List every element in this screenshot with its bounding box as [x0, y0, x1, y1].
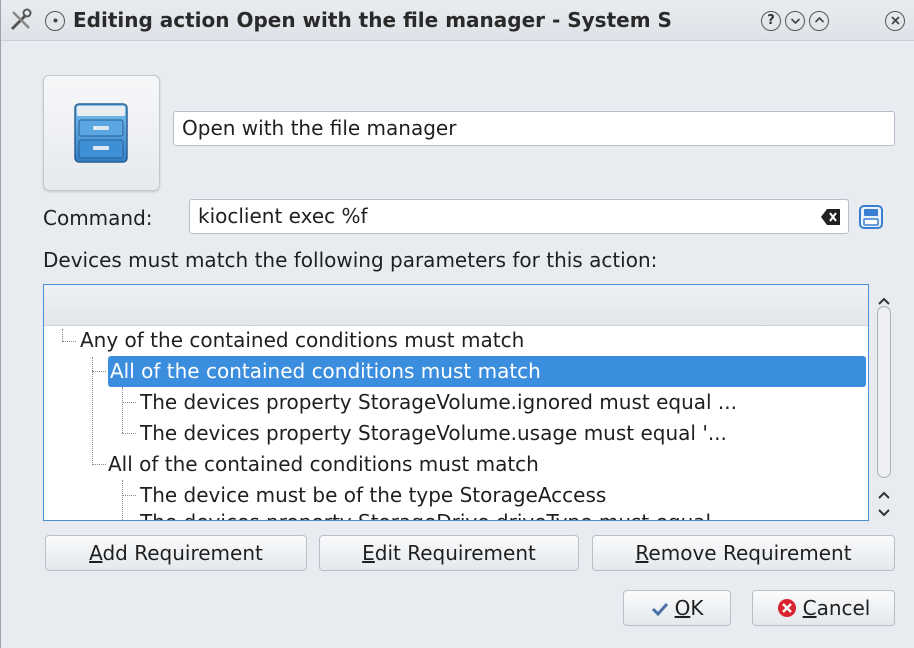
- tree-scrollbar[interactable]: [873, 284, 895, 521]
- help-icon[interactable]: ?: [761, 11, 781, 31]
- tree-connector: [62, 341, 76, 342]
- minimize-icon[interactable]: [785, 11, 805, 31]
- tree-connector: [92, 464, 106, 465]
- button-mnemonic: E: [362, 541, 375, 565]
- command-value: kioclient exec %f: [198, 204, 368, 228]
- button-mnemonic: R: [635, 541, 649, 565]
- add-requirement-button[interactable]: Add Requirement: [45, 535, 307, 571]
- remove-requirement-button[interactable]: Remove Requirement: [592, 535, 895, 571]
- button-label: emove Requirement: [648, 541, 852, 565]
- button-label: K: [690, 596, 704, 620]
- tree-item[interactable]: The devices property StorageVolume.usage…: [140, 418, 727, 449]
- scroll-down-icon[interactable]: [876, 500, 892, 524]
- tree-item-selected[interactable]: All of the contained conditions must mat…: [108, 356, 866, 387]
- title-bar[interactable]: Editing action Open with the file manage…: [1, 0, 914, 41]
- button-mnemonic: C: [802, 596, 817, 620]
- tree-item[interactable]: Any of the contained conditions must mat…: [80, 325, 524, 356]
- maximize-icon[interactable]: [809, 11, 829, 31]
- tools-icon[interactable]: [9, 8, 33, 32]
- window-title: Editing action Open with the file manage…: [73, 8, 672, 32]
- save-icon[interactable]: [858, 204, 884, 235]
- scrollbar-track[interactable]: [877, 306, 891, 478]
- tree-connector: [92, 371, 106, 372]
- tree-connector: [62, 329, 63, 341]
- tree-item[interactable]: All of the contained conditions must mat…: [108, 449, 539, 480]
- pin-icon[interactable]: [45, 11, 65, 31]
- button-mnemonic: O: [674, 596, 691, 620]
- cancel-icon: [777, 594, 797, 628]
- tree-item[interactable]: The devices property StorageVolume.ignor…: [140, 387, 737, 418]
- cancel-button[interactable]: Cancel: [752, 590, 895, 626]
- tree-connector: [122, 402, 136, 403]
- action-name-field[interactable]: Open with the file manager: [173, 111, 895, 146]
- tree-header: [44, 285, 868, 326]
- ok-button[interactable]: OK: [623, 590, 731, 626]
- tree-connector: [92, 357, 93, 465]
- tree-connector: [122, 433, 136, 434]
- button-mnemonic: A: [89, 541, 103, 565]
- command-label: Command:: [43, 206, 153, 230]
- checkmark-icon: [651, 593, 669, 627]
- tree-item[interactable]: The devices property StorageDrive.driveT…: [140, 507, 711, 520]
- command-field[interactable]: kioclient exec %f: [189, 199, 849, 234]
- button-label: ancel: [816, 596, 871, 620]
- edit-requirement-button[interactable]: Edit Requirement: [319, 535, 579, 571]
- requirements-description: Devices must match the following paramet…: [43, 248, 658, 272]
- dialog-window: Editing action Open with the file manage…: [0, 0, 914, 648]
- close-icon[interactable]: [885, 11, 905, 31]
- button-label: dd Requirement: [102, 541, 263, 565]
- file-cabinet-icon: [69, 100, 133, 169]
- tree-connector: [122, 387, 123, 433]
- tree-connector: [122, 495, 136, 496]
- requirements-tree[interactable]: Any of the contained conditions must mat…: [43, 284, 869, 521]
- clear-text-icon[interactable]: [821, 207, 841, 231]
- button-label: dit Requirement: [374, 541, 536, 565]
- tree-connector: [122, 480, 123, 520]
- action-icon-button[interactable]: [43, 75, 160, 191]
